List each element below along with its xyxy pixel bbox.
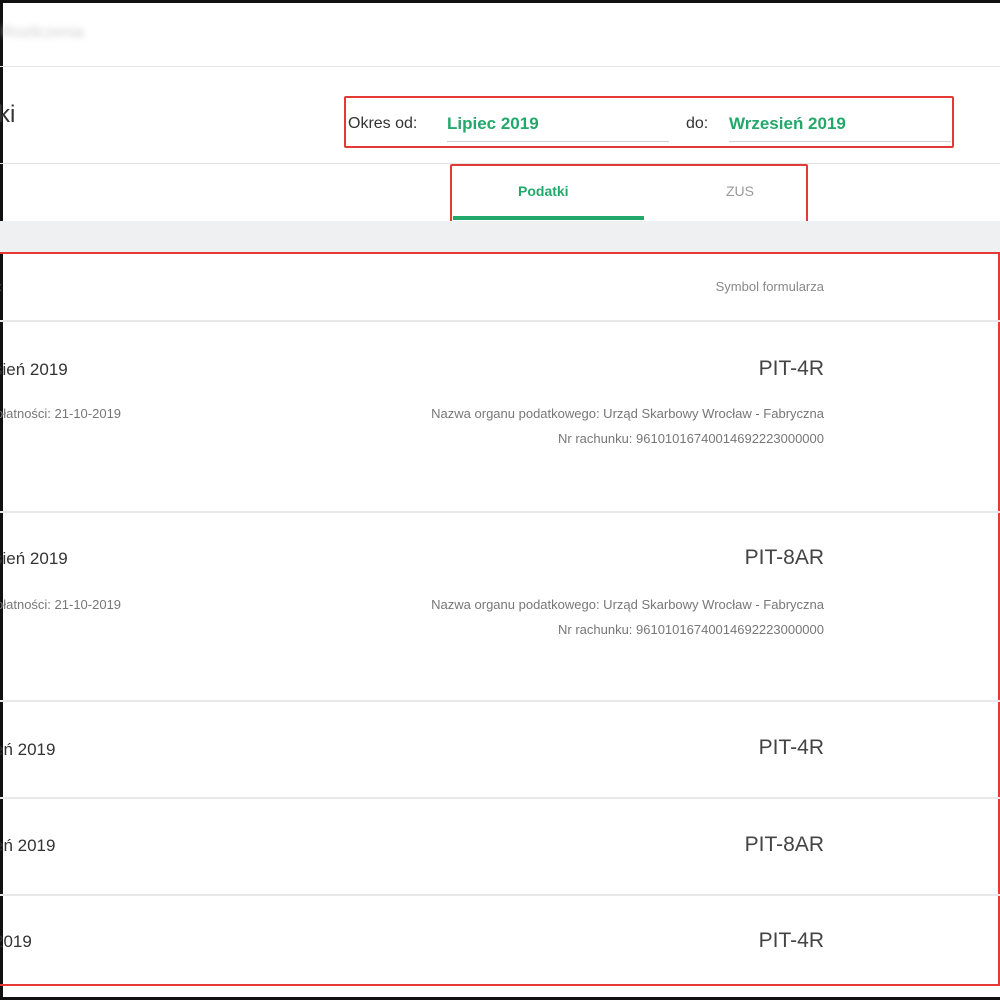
period-to-underline	[729, 141, 951, 142]
row-form-symbol: PIT-8AR	[744, 833, 824, 856]
row-form-symbol: PIT-8AR	[744, 546, 824, 569]
tabs-highlight	[450, 164, 808, 224]
active-tab-indicator	[453, 216, 644, 220]
period-to-select[interactable]: Wrzesień 2019	[729, 114, 846, 134]
row-period: 2019	[0, 932, 32, 951]
period-from-underline	[447, 141, 669, 142]
period-from-label: Okres od:	[348, 115, 418, 132]
row-tax-office: Nazwa organu podatkowego: Urząd Skarbowy…	[431, 597, 824, 612]
blurred-app-title: Rozliczenia	[2, 24, 84, 41]
column-header-left: :	[0, 279, 2, 294]
row-tax-office: Nazwa organu podatkowego: Urząd Skarbowy…	[431, 406, 824, 421]
period-from-select[interactable]: Lipiec 2019	[447, 114, 539, 134]
row-divider	[0, 894, 1000, 896]
row-due-date: płatności: 21-10-2019	[0, 597, 122, 612]
row-form-symbol: PIT-4R	[758, 929, 824, 952]
tab-zus[interactable]: ZUS	[726, 183, 754, 199]
row-divider	[0, 511, 1000, 513]
row-period: eń 2019	[0, 836, 56, 855]
payments-list-highlight	[0, 252, 1000, 986]
row-period: eń 2019	[0, 740, 56, 759]
tab-podatki[interactable]: Podatki	[518, 183, 569, 199]
row-divider	[0, 700, 1000, 702]
column-header-symbol: Symbol formularza	[715, 279, 824, 294]
top-bar: Rozliczenia	[0, 0, 1000, 67]
row-period: sień 2019	[0, 549, 68, 568]
row-account-number: Nr rachunku: 96101016740014692223000000	[557, 431, 824, 446]
row-form-symbol: PIT-4R	[758, 357, 824, 380]
row-form-symbol: PIT-4R	[758, 736, 824, 759]
row-divider	[0, 797, 1000, 799]
row-due-date: płatności: 21-10-2019	[0, 406, 122, 421]
section-band	[0, 221, 1000, 253]
row-account-number: Nr rachunku: 96101016740014692223000000	[557, 622, 824, 637]
row-period: sień 2019	[0, 360, 68, 379]
period-to-label: do:	[686, 115, 709, 132]
page-title: ki	[0, 101, 16, 128]
row-divider	[0, 320, 1000, 322]
